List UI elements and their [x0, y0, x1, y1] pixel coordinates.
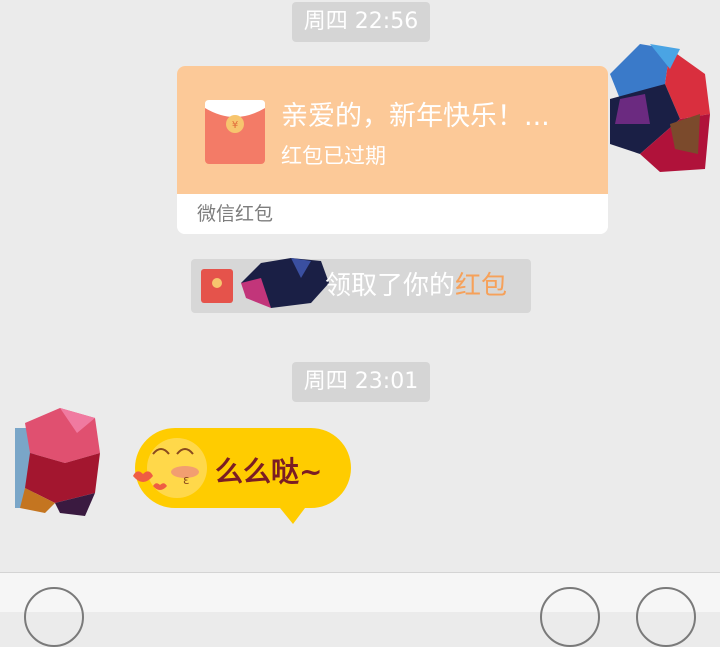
- timestamp: 周四 22:56: [292, 2, 430, 42]
- notice-message: 领取了你的: [325, 271, 456, 301]
- my-avatar[interactable]: [610, 44, 710, 174]
- red-packet-message[interactable]: ¥ 亲爱的，新年快乐！... 红包已过期 微信红包: [177, 66, 608, 234]
- notice-text: 领取了你的红包: [325, 259, 507, 313]
- emoji-button[interactable]: [540, 587, 600, 647]
- sticker-message[interactable]: ε 么么哒~: [125, 424, 353, 526]
- red-packet-status: 红包已过期: [281, 144, 386, 168]
- system-notice: 领取了你的红包: [191, 258, 531, 313]
- red-packet-title: 亲爱的，新年快乐！...: [281, 101, 550, 132]
- svg-text:¥: ¥: [232, 120, 238, 131]
- red-packet-footer: 微信红包: [177, 194, 608, 234]
- red-envelope-icon: ¥: [205, 100, 265, 164]
- voice-button[interactable]: [24, 587, 84, 647]
- sticker-text: 么么哒~: [215, 455, 323, 488]
- red-packet-header: ¥ 亲爱的，新年快乐！... 红包已过期: [177, 66, 608, 194]
- friend-avatar[interactable]: [15, 408, 105, 518]
- notice-red-packet-link[interactable]: 红包: [455, 271, 507, 301]
- friend-name-obscured: [241, 258, 329, 308]
- red-packet-icon: [201, 269, 233, 303]
- more-button[interactable]: [636, 587, 696, 647]
- input-bar: [0, 572, 720, 647]
- svg-text:ε: ε: [183, 473, 190, 487]
- timestamp: 周四 23:01: [292, 362, 430, 402]
